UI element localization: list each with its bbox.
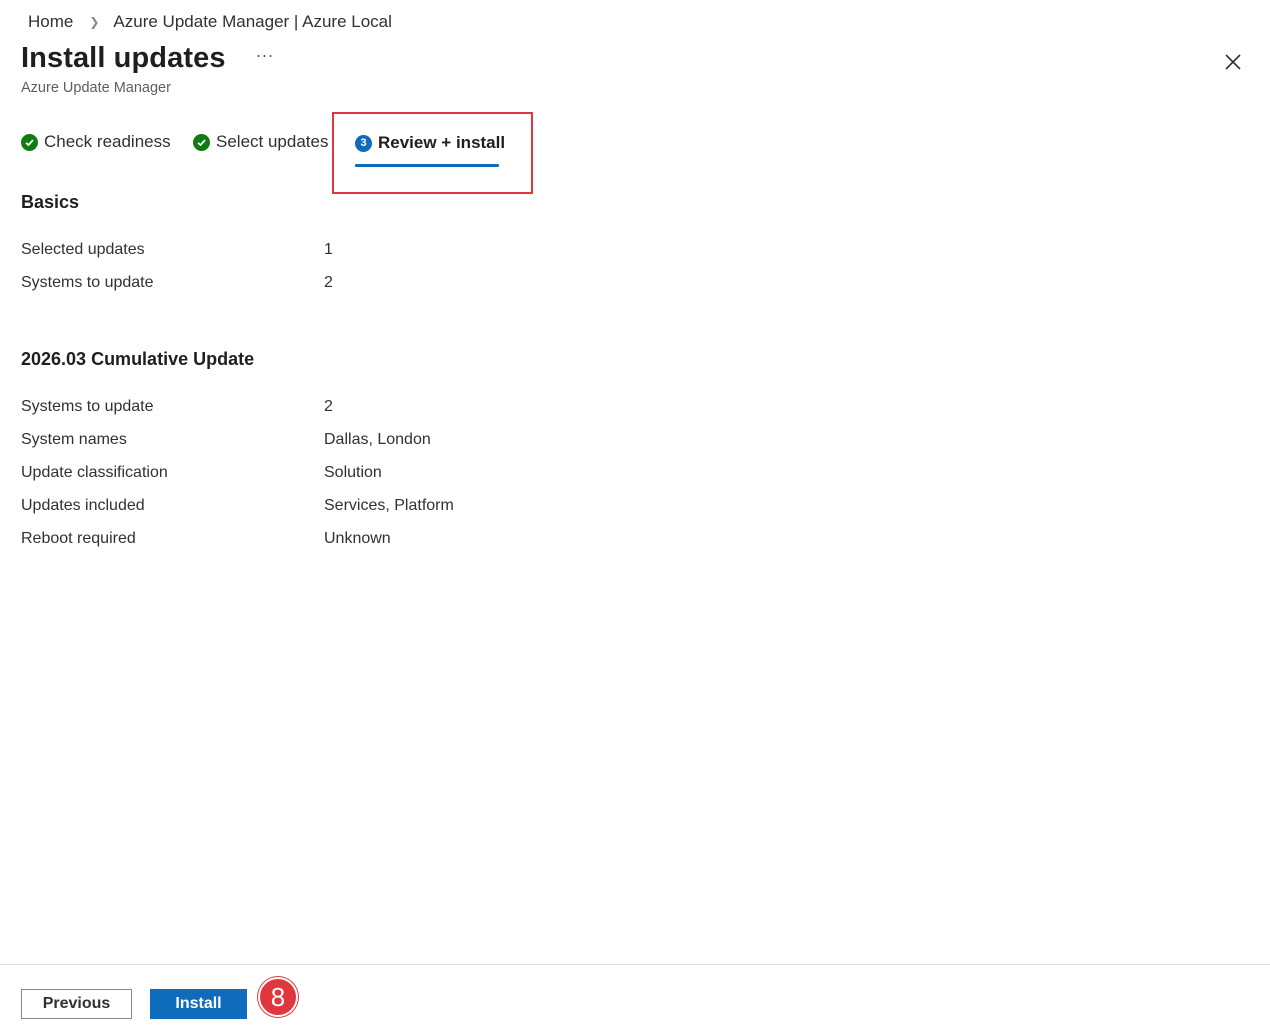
step-check-readiness[interactable]: Check readiness <box>21 132 171 152</box>
page-subtitle: Azure Update Manager <box>21 80 171 96</box>
kv-label: Updates included <box>21 497 145 514</box>
page-title: Install updates <box>21 42 226 74</box>
kv-value: Unknown <box>324 530 391 547</box>
checkmark-circle-icon <box>21 133 38 151</box>
chevron-right-icon: ❯ <box>89 15 100 29</box>
step-callout-badge: 8 <box>258 977 298 1017</box>
kv-label: Systems to update <box>21 274 154 291</box>
kv-value: 2 <box>324 398 333 415</box>
close-icon[interactable] <box>1222 51 1244 73</box>
title-row: Install updates ··· <box>21 42 274 75</box>
kv-label: Systems to update <box>21 398 154 415</box>
kv-value: 1 <box>324 241 333 258</box>
breadcrumb-current-link[interactable]: Azure Update Manager | Azure Local <box>113 12 391 32</box>
section-title-basics: Basics <box>21 192 80 212</box>
step-select-updates[interactable]: Select updates <box>193 132 328 152</box>
footer-divider <box>0 964 1270 965</box>
kv-label: System names <box>21 431 127 448</box>
breadcrumb: Home ❯ Azure Update Manager | Azure Loca… <box>28 10 392 34</box>
kv-value: Services, Platform <box>324 497 454 514</box>
previous-button[interactable]: Previous <box>21 989 132 1019</box>
section-title-update: 2026.03 Cumulative Update <box>21 349 255 369</box>
more-options-icon[interactable]: ··· <box>256 45 274 66</box>
highlight-box <box>332 112 533 194</box>
kv-label: Update classification <box>21 464 168 481</box>
kv-label: Reboot required <box>21 530 136 547</box>
checkmark-circle-icon <box>193 133 210 151</box>
kv-value: 2 <box>324 274 333 291</box>
step-label: Check readiness <box>44 132 171 151</box>
kv-value: Solution <box>324 464 382 481</box>
kv-value: Dallas, London <box>324 431 431 448</box>
step-label: Select updates <box>216 132 329 151</box>
install-button[interactable]: Install <box>150 989 247 1019</box>
kv-label: Selected updates <box>21 241 145 258</box>
breadcrumb-home-link[interactable]: Home <box>28 12 73 32</box>
